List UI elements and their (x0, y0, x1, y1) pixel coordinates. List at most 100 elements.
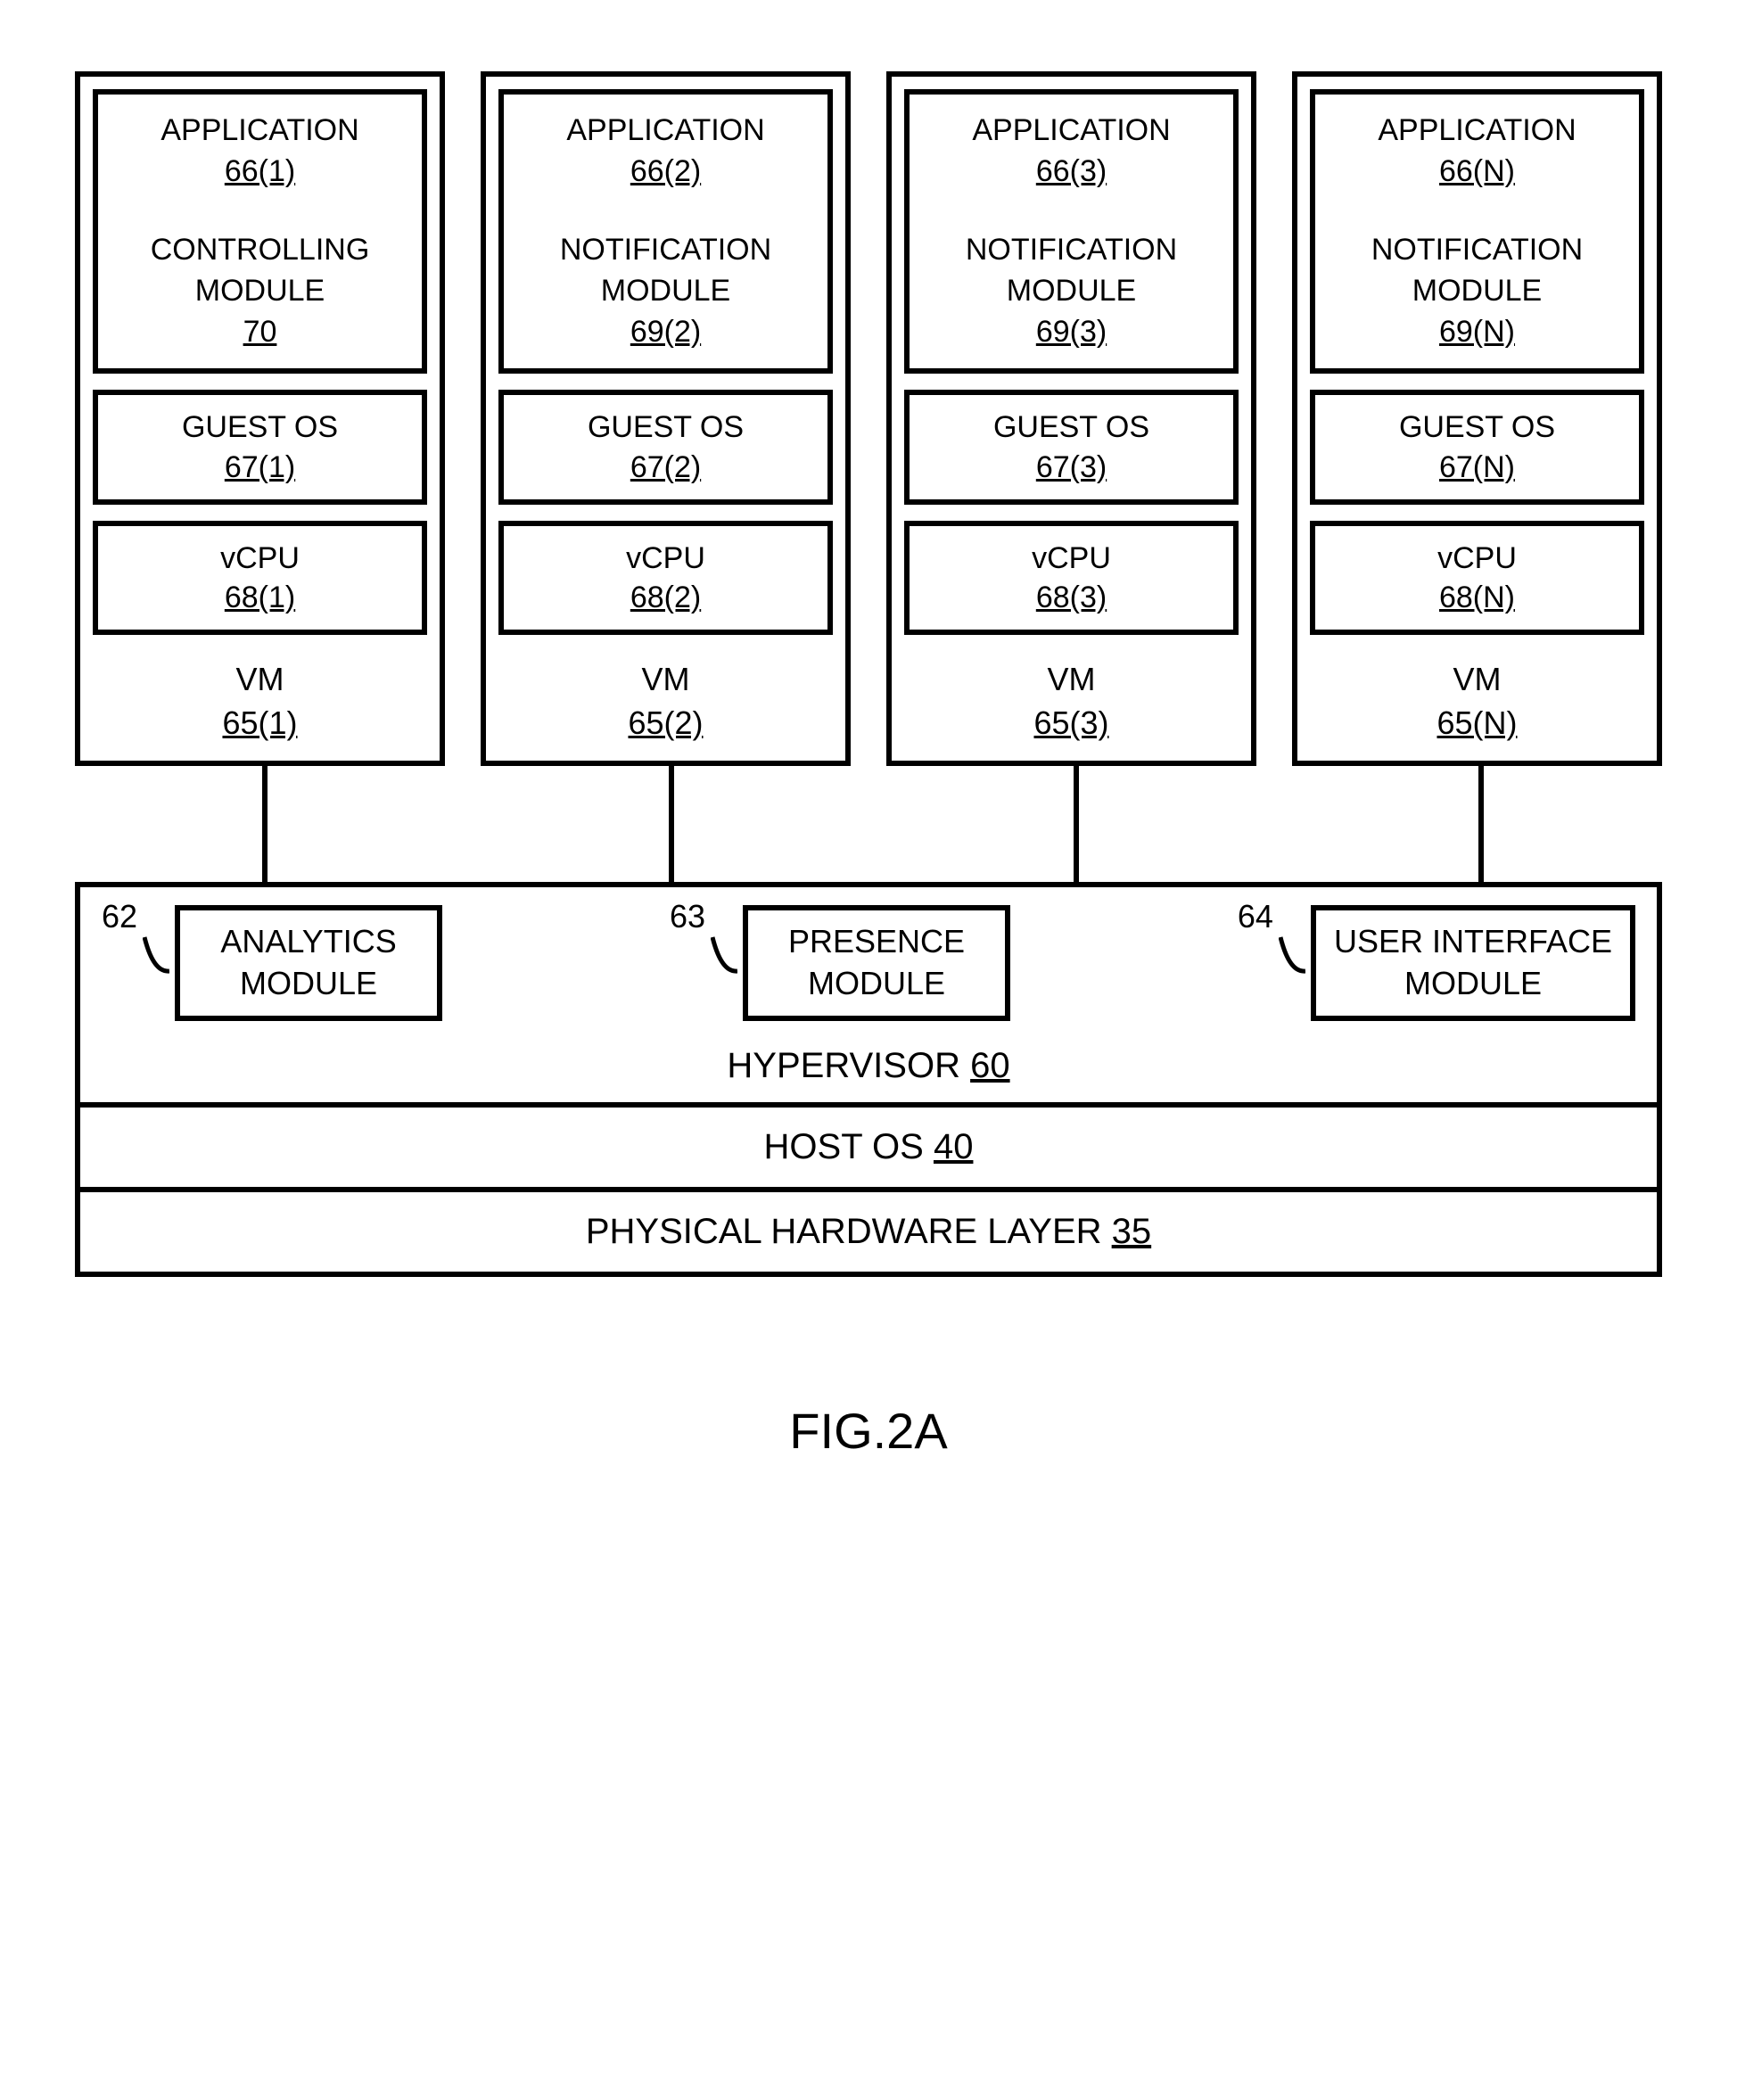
vm-1-app-label: APPLICATION (103, 111, 416, 152)
vm-3-app-module-box: APPLICATION 66(3) NOTIFICATION MODULE 69… (904, 89, 1239, 374)
vm-n-vcpu-box: vCPU 68(N) (1310, 521, 1644, 635)
vm-2-app-module-box: APPLICATION 66(2) NOTIFICATION MODULE 69… (498, 89, 833, 374)
host-os-ref: 40 (934, 1127, 974, 1166)
vm-n-vcpu-ref: 68(N) (1439, 581, 1515, 614)
connector-2 (669, 766, 674, 882)
vm-3-mod-label-2: MODULE (915, 271, 1228, 312)
hypervisor-modules-row: 62 ANALYTICS MODULE 63 PRESENCE (102, 905, 1635, 1021)
hypervisor-title-label: HYPERVISOR (727, 1046, 960, 1085)
vm-n-mod-label-2: MODULE (1321, 271, 1634, 312)
physical-hardware-layer: PHYSICAL HARDWARE LAYER 35 (80, 1192, 1657, 1272)
vm-2-vm-label-block: VM 65(2) (498, 658, 833, 745)
vm-1-vm-label: VM (93, 658, 427, 702)
vm-3-mod-ref: 69(3) (1036, 315, 1107, 349)
vm-2-vcpu-box: vCPU 68(2) (498, 521, 833, 635)
vm-2-app-ref: 66(2) (630, 154, 701, 188)
connector-1 (262, 766, 268, 882)
analytics-line2: MODULE (198, 963, 419, 1005)
hv-ref-64: 64 (1238, 898, 1273, 935)
hv-ref-62: 62 (102, 898, 137, 935)
analytics-module-box: ANALYTICS MODULE (175, 905, 442, 1021)
ui-line2: MODULE (1334, 963, 1612, 1005)
vm-n-mod-label-1: NOTIFICATION (1321, 230, 1634, 271)
hv-group-analytics: 62 ANALYTICS MODULE (102, 905, 442, 1021)
vm-3-app-label: APPLICATION (915, 111, 1228, 152)
hypervisor-title: HYPERVISOR 60 (102, 1046, 1635, 1086)
vm-3-guest-os-box: GUEST OS 67(3) (904, 390, 1239, 504)
vm-3-vm-label: VM (904, 658, 1239, 702)
hv-ref-63: 63 (670, 898, 705, 935)
vm-n: APPLICATION 66(N) NOTIFICATION MODULE 69… (1292, 71, 1662, 766)
hypervisor-title-ref: 60 (970, 1046, 1010, 1085)
vm-3-vm-ref: 65(3) (1033, 704, 1108, 741)
vm-n-app-ref: 66(N) (1439, 154, 1515, 188)
vm-1-app-ref: 66(1) (225, 154, 295, 188)
system-stack: 62 ANALYTICS MODULE 63 PRESENCE (75, 882, 1662, 1277)
vm-3-os-label: GUEST OS (915, 408, 1228, 447)
presence-line1: PRESENCE (766, 921, 987, 963)
vm-3-vcpu-box: vCPU 68(3) (904, 521, 1239, 635)
hw-ref: 35 (1112, 1212, 1152, 1251)
vm-n-vm-label: VM (1310, 658, 1644, 702)
vm-n-mod-ref: 69(N) (1439, 315, 1515, 349)
lead-line-icon (1279, 935, 1305, 980)
vm-2-vm-ref: 65(2) (628, 704, 703, 741)
vm-n-app-module-box: APPLICATION 66(N) NOTIFICATION MODULE 69… (1310, 89, 1644, 374)
host-os-label: HOST OS (764, 1127, 924, 1166)
hv-group-ui: 64 USER INTERFACE MODULE (1238, 905, 1635, 1021)
vm-3-os-ref: 67(3) (1036, 450, 1107, 484)
vm-1: APPLICATION 66(1) CONTROLLING MODULE 70 … (75, 71, 445, 766)
vm-3-mod-label-1: NOTIFICATION (915, 230, 1228, 271)
vm-2-mod-label-1: NOTIFICATION (509, 230, 822, 271)
vm-2: APPLICATION 66(2) NOTIFICATION MODULE 69… (481, 71, 851, 766)
hw-label: PHYSICAL HARDWARE LAYER (586, 1212, 1102, 1251)
vm-row: APPLICATION 66(1) CONTROLLING MODULE 70 … (75, 71, 1662, 766)
figure-caption: FIG.2A (75, 1402, 1662, 1460)
vm-n-app-label: APPLICATION (1321, 111, 1634, 152)
vm-1-app-module-box: APPLICATION 66(1) CONTROLLING MODULE 70 (93, 89, 427, 374)
vm-n-guest-os-box: GUEST OS 67(N) (1310, 390, 1644, 504)
lead-line-icon (711, 935, 737, 980)
vm-2-vcpu-label: vCPU (509, 539, 822, 578)
vm-3: APPLICATION 66(3) NOTIFICATION MODULE 69… (886, 71, 1256, 766)
presence-line2: MODULE (766, 963, 987, 1005)
vm-2-os-label: GUEST OS (509, 408, 822, 447)
vm-1-mod-label-1: CONTROLLING (103, 230, 416, 271)
connector-3 (1074, 766, 1079, 882)
vm-n-os-label: GUEST OS (1321, 408, 1634, 447)
vm-n-vm-label-block: VM 65(N) (1310, 658, 1644, 745)
vm-n-vm-ref: 65(N) (1437, 704, 1517, 741)
analytics-line1: ANALYTICS (198, 921, 419, 963)
vm-1-mod-ref: 70 (243, 315, 277, 349)
vm-3-vm-label-block: VM 65(3) (904, 658, 1239, 745)
user-interface-module-box: USER INTERFACE MODULE (1311, 905, 1635, 1021)
vm-2-guest-os-box: GUEST OS 67(2) (498, 390, 833, 504)
diagram-figure-2a: APPLICATION 66(1) CONTROLLING MODULE 70 … (75, 71, 1662, 1460)
vm-1-vcpu-box: vCPU 68(1) (93, 521, 427, 635)
vm-1-vm-label-block: VM 65(1) (93, 658, 427, 745)
connector-4 (1478, 766, 1484, 882)
host-os-layer: HOST OS 40 (80, 1108, 1657, 1192)
vm-1-vm-ref: 65(1) (222, 704, 297, 741)
ui-line1: USER INTERFACE (1334, 921, 1612, 963)
hv-group-presence: 63 PRESENCE MODULE (670, 905, 1010, 1021)
vm-2-app-label: APPLICATION (509, 111, 822, 152)
vm-2-mod-label-2: MODULE (509, 271, 822, 312)
vm-1-vcpu-ref: 68(1) (225, 581, 295, 614)
vm-n-vcpu-label: vCPU (1321, 539, 1634, 578)
vm-1-os-label: GUEST OS (103, 408, 416, 447)
vm-to-hypervisor-connectors (75, 766, 1662, 882)
vm-2-mod-ref: 69(2) (630, 315, 701, 349)
hypervisor-layer: 62 ANALYTICS MODULE 63 PRESENCE (80, 887, 1657, 1108)
presence-module-box: PRESENCE MODULE (743, 905, 1010, 1021)
vm-1-vcpu-label: vCPU (103, 539, 416, 578)
vm-1-guest-os-box: GUEST OS 67(1) (93, 390, 427, 504)
vm-3-vcpu-label: vCPU (915, 539, 1228, 578)
vm-2-vcpu-ref: 68(2) (630, 581, 701, 614)
vm-n-os-ref: 67(N) (1439, 450, 1515, 484)
vm-2-os-ref: 67(2) (630, 450, 701, 484)
vm-2-vm-label: VM (498, 658, 833, 702)
lead-line-icon (143, 935, 169, 980)
vm-3-app-ref: 66(3) (1036, 154, 1107, 188)
vm-1-mod-label-2: MODULE (103, 271, 416, 312)
